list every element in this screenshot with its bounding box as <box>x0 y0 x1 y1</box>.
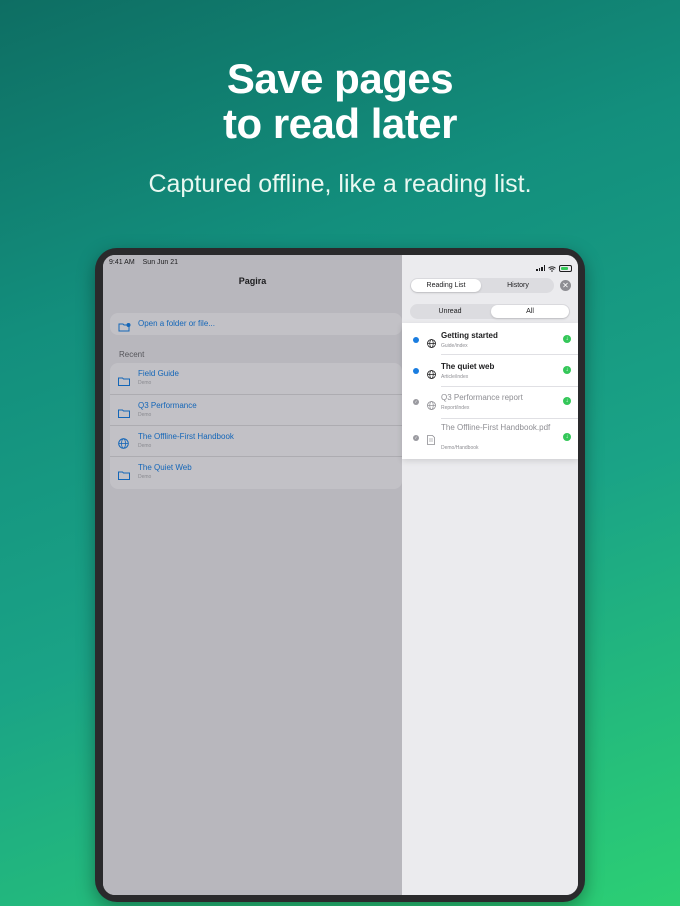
app-title: Pagira <box>238 276 267 286</box>
open-folder-button[interactable]: Open a folder or file... <box>110 313 402 335</box>
recent-item[interactable]: The Quiet Web Demo <box>110 456 402 488</box>
list-item[interactable]: ✓ The Offline-First Handbook.pdf Demo/Ha… <box>402 419 578 459</box>
folder-icon <box>118 373 130 391</box>
recent-item-subtitle: Demo <box>138 412 152 418</box>
globe-icon <box>427 335 436 353</box>
item-title: Getting started <box>441 331 498 340</box>
list-item[interactable]: Getting started Guide/index ↓ <box>402 323 578 354</box>
folder-icon <box>118 467 130 485</box>
status-icons <box>536 259 572 277</box>
recent-item-subtitle: Demo <box>138 380 152 386</box>
hero-title-line1: Save pages <box>226 55 454 102</box>
tab-reading-list[interactable]: Reading List <box>411 279 481 292</box>
status-date: Sun Jun 21 <box>142 259 179 266</box>
list-item[interactable]: The quiet web Article/index ↓ <box>402 355 578 386</box>
ipad-screen: 9:41 AM Sun Jun 21 Pagira Open a folder … <box>103 255 578 895</box>
globe-icon <box>427 397 436 415</box>
close-button[interactable]: ✕ <box>560 280 571 291</box>
status-bar: 9:41 AM Sun Jun 21 <box>109 259 178 266</box>
read-check-icon: ✓ <box>413 435 419 441</box>
recent-item[interactable]: The Offline-First Handbook Demo <box>110 425 402 457</box>
downloaded-icon: ↓ <box>563 433 571 441</box>
filter-unread[interactable]: Unread <box>411 305 489 318</box>
recent-item-title: Q3 Performance <box>138 401 197 410</box>
read-check-icon: ✓ <box>413 399 419 405</box>
list-item[interactable]: ✓ Q3 Performance report Report/index ↓ <box>402 387 578 418</box>
battery-icon <box>559 264 572 272</box>
globe-icon <box>427 366 436 384</box>
item-title: The quiet web <box>441 362 495 371</box>
item-subtitle: Demo/Handbook <box>441 445 479 451</box>
folder-add-icon <box>118 319 131 337</box>
recent-item[interactable]: Q3 Performance Demo <box>110 394 402 426</box>
wifi-icon <box>548 259 556 277</box>
downloaded-icon: ↓ <box>563 397 571 405</box>
unread-dot <box>413 368 419 374</box>
item-title: The Offline-First Handbook.pdf <box>441 423 551 432</box>
hero-subtitle: Captured offline, like a reading list. <box>148 170 532 198</box>
filter-control: Unread All <box>410 304 570 319</box>
document-icon <box>427 432 435 450</box>
recent-list: Field Guide Demo Q3 Performance Demo The… <box>110 363 402 489</box>
panel-tabs: Reading List History <box>410 278 554 293</box>
recent-item-title: Field Guide <box>138 369 179 378</box>
downloaded-icon: ↓ <box>563 366 571 374</box>
recent-item-subtitle: Demo <box>138 474 152 480</box>
filter-all[interactable]: All <box>491 305 569 318</box>
sidebar: 9:41 AM Sun Jun 21 Pagira Open a folder … <box>103 255 402 895</box>
hero-title-line2: to read later <box>223 100 457 147</box>
item-subtitle: Guide/index <box>441 343 468 349</box>
signal-icon <box>536 265 545 271</box>
reading-list-panel: Reading List History ✕ Unread All Gettin… <box>402 255 578 895</box>
status-time: 9:41 AM <box>109 259 135 266</box>
item-subtitle: Report/index <box>441 405 470 411</box>
recent-item[interactable]: Field Guide Demo <box>110 363 402 394</box>
downloaded-icon: ↓ <box>563 335 571 343</box>
item-subtitle: Article/index <box>441 374 469 380</box>
recent-item-title: The Offline-First Handbook <box>138 432 234 441</box>
folder-icon <box>118 405 130 423</box>
hero-title: Save pages to read later <box>0 56 680 146</box>
unread-dot <box>413 337 419 343</box>
item-title: Q3 Performance report <box>441 393 523 402</box>
reading-list: Getting started Guide/index ↓ The quiet … <box>402 323 578 459</box>
close-icon: ✕ <box>562 281 569 290</box>
globe-icon <box>118 436 129 454</box>
recent-item-subtitle: Demo <box>138 443 152 449</box>
recent-item-title: The Quiet Web <box>138 463 192 472</box>
open-folder-label: Open a folder or file... <box>138 319 215 328</box>
tab-history[interactable]: History <box>483 279 553 292</box>
recent-header: Recent <box>119 350 145 359</box>
